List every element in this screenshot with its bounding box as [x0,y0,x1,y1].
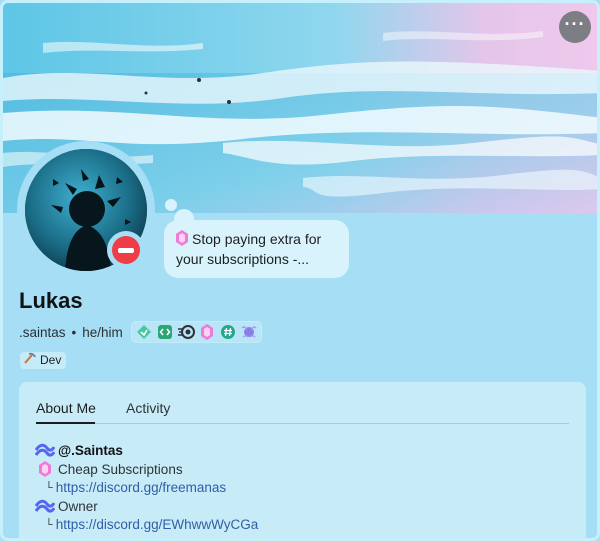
profile-card: ··· Stop paying extra for your subscript… [0,0,600,541]
server-boost-badge[interactable] [198,323,216,341]
separator: • [71,324,77,340]
about-handle: @.Saintas [58,442,123,458]
active-developer-badge[interactable] [156,323,174,341]
display-name: Lukas [19,288,83,313]
status-indicator [107,231,145,269]
hypesquad-balance-badge[interactable] [135,323,153,341]
username[interactable]: .saintas [19,325,66,340]
about-text: Owner [58,498,98,514]
tree-branch: └ [45,481,53,494]
pronouns: he/him [82,324,123,340]
about-line: └ https://discord.gg/EWhwwWyCGa [35,517,258,532]
wave-icon [35,498,55,514]
more-horizontal-icon: ··· [564,14,586,34]
quest-badge[interactable] [240,323,258,341]
pink-gem-icon [176,230,188,250]
custom-status-text-2: your subscriptions -... [176,251,310,267]
nitro-badge[interactable] [177,323,195,341]
about-line: └ https://discord.gg/freemanas [35,480,226,495]
badge-list [130,321,262,343]
invite-link[interactable]: https://discord.gg/freemanas [56,480,226,495]
tab-about-me[interactable]: About Me [36,400,96,416]
active-tab-indicator [36,422,95,424]
about-line: Cheap Subscriptions [35,461,183,477]
custom-status-bubble[interactable]: Stop paying extra for your subscriptions… [164,220,349,278]
do-not-disturb-icon [112,236,140,264]
pickaxe-icon [23,352,37,369]
about-line: Owner [35,498,98,514]
hashtag-badge[interactable] [219,323,237,341]
wave-icon [35,442,55,458]
thought-dot-small [165,199,177,211]
about-text: Cheap Subscriptions [58,461,183,477]
role-tag[interactable]: Dev [20,352,67,369]
tab-activity[interactable]: Activity [126,400,170,416]
username-row: .saintas • he/him [19,321,262,343]
about-line: @.Saintas [35,442,123,458]
custom-status-text-1: Stop paying extra for [192,231,322,247]
tree-branch: └ [45,518,53,531]
more-options-button[interactable]: ··· [559,11,591,43]
profile-tabs: About Me Activity [36,398,569,424]
role-label: Dev [40,353,62,367]
profile-panel: About Me Activity @.Saintas Cheap Subscr… [19,382,586,538]
invite-link[interactable]: https://discord.gg/EWhwwWyCGa [56,517,258,532]
pink-gem-icon [35,461,55,477]
